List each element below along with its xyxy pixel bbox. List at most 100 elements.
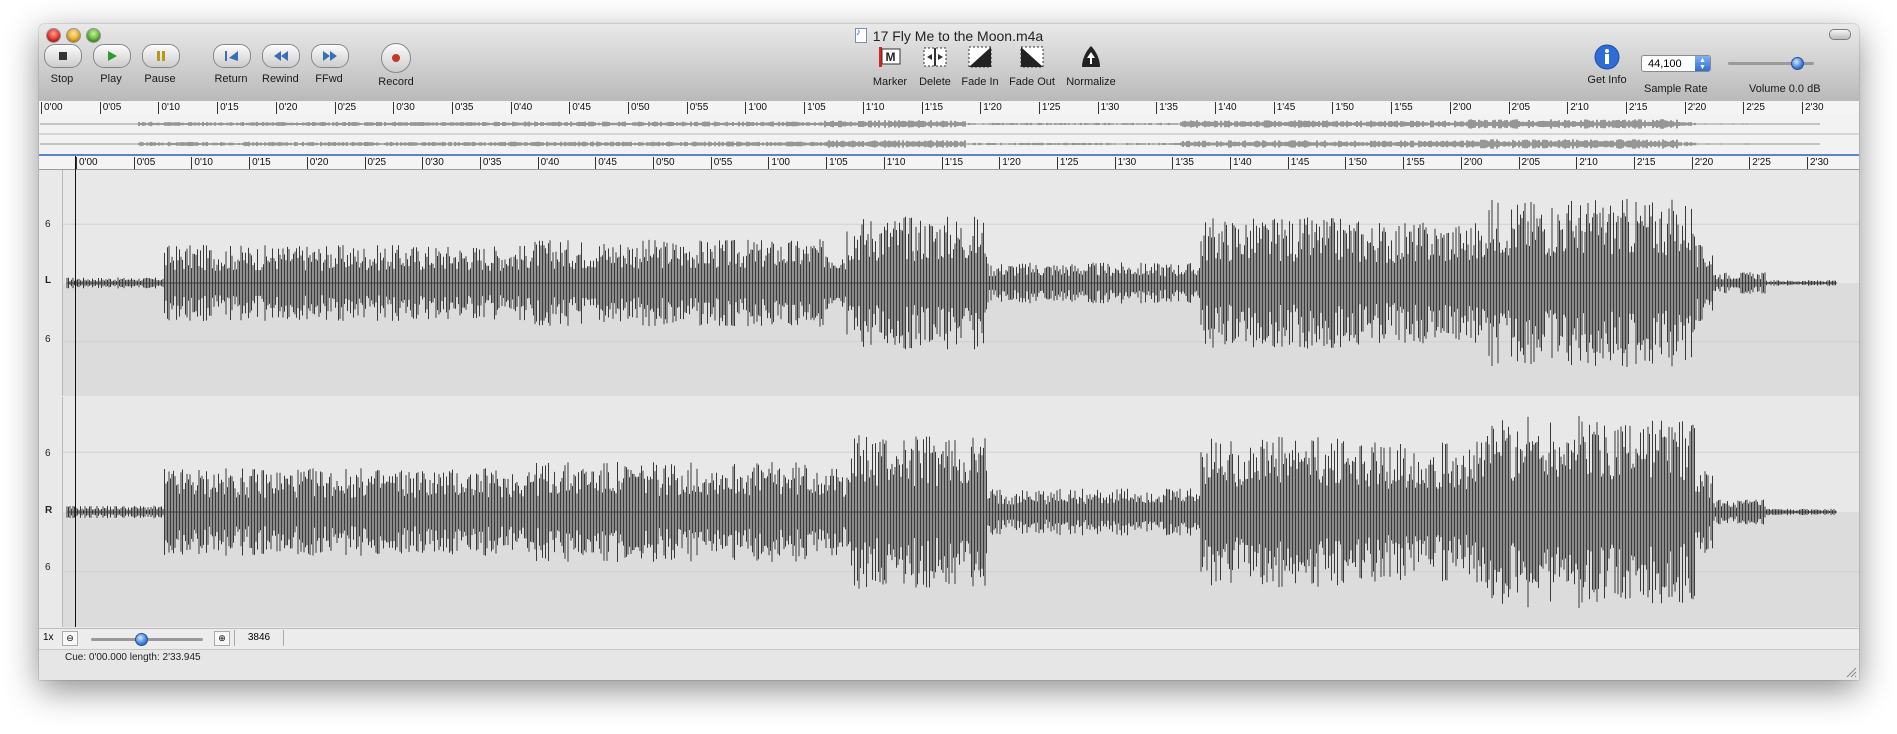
ruler-tick: 0'50 (628, 102, 650, 114)
pause-icon (157, 51, 165, 61)
window-title: 17 Fly Me to the Moon.m4a (39, 27, 1859, 44)
zoom-bar: 1x ⊖ ⊕ 3846 (39, 628, 1859, 649)
ruler-tick: 2'25 (1749, 157, 1771, 169)
stop-label: Stop (50, 73, 74, 85)
pause-label: Pause (144, 73, 176, 85)
fade-out-icon (1020, 46, 1044, 68)
return-label: Return (214, 73, 248, 85)
marker-button[interactable]: M Marker (869, 43, 911, 88)
ruler-tick: 0'30 (422, 157, 444, 169)
timeline-ruler[interactable]: 0'00 0'05 0'10 0'15 0'20 0'25 0'30 0'35 0'40 0'45… (39, 156, 1859, 170)
ruler-tick: 1'25 (1056, 157, 1078, 169)
ruler-tick: 0'45 (569, 102, 591, 114)
ruler-tick: 2'15 (1625, 102, 1647, 114)
right-scale-top: 6 (45, 448, 51, 459)
ruler-tick: 1'10 (862, 102, 884, 114)
fade-in-icon (968, 46, 992, 68)
stop-icon (59, 52, 67, 60)
ruler-tick: 0'35 (451, 102, 473, 114)
return-button[interactable]: Return (213, 44, 251, 85)
ruler-tick: 2'10 (1567, 102, 1589, 114)
resize-grip-icon[interactable] (1845, 666, 1857, 678)
fast-forward-icon (323, 51, 337, 61)
delete-button[interactable]: Delete (914, 43, 956, 88)
ruler-tick: 1'25 (1038, 102, 1060, 114)
ruler-tick: 1'55 (1391, 102, 1413, 114)
ruler-tick: 2'05 (1518, 157, 1540, 169)
ruler-tick: 1'30 (1097, 102, 1119, 114)
editor-area: 0'00 0'05 0'10 0'15 0'20 0'25 0'30 0'35 0'40 0'45… (39, 101, 1859, 680)
ruler-tick: 0'10 (158, 102, 180, 114)
sample-rate-value: 44,100 (1648, 58, 1682, 70)
stop-button[interactable]: Stop (44, 44, 82, 85)
ruler-tick: 0'45 (595, 157, 617, 169)
ruler-tick: 2'05 (1508, 102, 1530, 114)
volume-slider[interactable] (1728, 57, 1814, 70)
record-button[interactable]: Record (376, 43, 416, 88)
rewind-button[interactable]: Rewind (262, 44, 300, 85)
ruler-tick: 1'45 (1273, 102, 1295, 114)
delete-icon (923, 47, 947, 67)
marker-label: Marker (872, 76, 908, 88)
ruler-tick: 1'30 (1114, 157, 1136, 169)
zoom-slider[interactable] (91, 633, 203, 646)
volume-slider-knob[interactable] (1790, 57, 1804, 70)
fast-forward-label: FFwd (315, 73, 343, 85)
waveform-right[interactable] (63, 397, 1859, 627)
window-title-text: 17 Fly Me to the Moon.m4a (872, 28, 1044, 44)
zoom-slider-knob[interactable] (135, 633, 149, 646)
pause-button[interactable]: Pause (142, 44, 180, 85)
audio-file-icon (854, 27, 867, 43)
ruler-tick: 0'30 (393, 102, 415, 114)
zoom-value: 3846 (234, 630, 284, 646)
play-icon (108, 51, 117, 61)
overview-waveform[interactable] (39, 114, 1859, 156)
zoom-in-icon[interactable]: ⊕ (214, 631, 230, 646)
return-icon (225, 51, 238, 61)
record-icon (392, 54, 400, 62)
ruler-tick: 0'50 (653, 157, 675, 169)
ruler-tick: 0'55 (710, 157, 732, 169)
ruler-tick: 1'15 (921, 102, 943, 114)
overview-ruler[interactable]: 0'00 0'05 0'10 0'15 0'20 0'25 0'30 0'35 0'40 0'45… (39, 101, 1859, 115)
fast-forward-button[interactable]: FFwd (311, 44, 349, 85)
ruler-tick: 2'15 (1633, 157, 1655, 169)
zoom-out-icon[interactable]: ⊖ (62, 631, 78, 646)
toolbar-toggle-button[interactable] (1829, 29, 1851, 40)
normalize-button[interactable]: Normalize (1062, 43, 1120, 88)
ruler-tick: 0'55 (686, 102, 708, 114)
ruler-tick: 2'30 (1807, 157, 1829, 169)
ruler-tick: 2'00 (1449, 102, 1471, 114)
ruler-tick: 1'20 (980, 102, 1002, 114)
get-info-button[interactable]: Get Info (1582, 43, 1632, 86)
ruler-tick: 1'45 (1287, 157, 1309, 169)
overview-waveform-graphic (39, 119, 1859, 149)
channel-right[interactable]: 6 R 6 (39, 397, 1859, 627)
normalize-label: Normalize (1066, 76, 1116, 88)
status-bar: Cue: 0'00.000 length: 2'33.945 (39, 649, 1859, 680)
fade-out-button[interactable]: Fade Out (1006, 43, 1058, 88)
channel-left[interactable]: 6 L 6 (39, 170, 1859, 396)
info-icon (1594, 44, 1620, 70)
status-text: Cue: 0'00.000 length: 2'33.945 (65, 652, 201, 663)
ruler-tick: 1'10 (883, 157, 905, 169)
waveform-left[interactable] (63, 170, 1859, 396)
ruler-tick: 1'20 (999, 157, 1021, 169)
ruler-tick: 2'30 (1802, 102, 1824, 114)
ruler-tick: 0'05 (133, 157, 155, 169)
zoom-level-label[interactable]: 1x (43, 632, 54, 643)
sample-rate-select[interactable]: 44,100 ▲ ▼ (1641, 55, 1711, 72)
left-scale-top: 6 (45, 219, 51, 230)
fade-in-button[interactable]: Fade In (959, 43, 1001, 88)
ruler-tick: 0'15 (249, 157, 271, 169)
ruler-tick: 2'25 (1743, 102, 1765, 114)
fade-out-label: Fade Out (1009, 76, 1055, 88)
rewind-icon (274, 51, 288, 61)
ruler-tick: 2'20 (1691, 157, 1713, 169)
play-button[interactable]: Play (93, 44, 131, 85)
playhead-cursor[interactable] (75, 156, 76, 627)
ruler-tick: 0'05 (99, 102, 121, 114)
play-label: Play (100, 73, 122, 85)
overview-waveform-path (40, 119, 1820, 129)
stepper-arrows-icon: ▲ ▼ (1695, 56, 1710, 71)
